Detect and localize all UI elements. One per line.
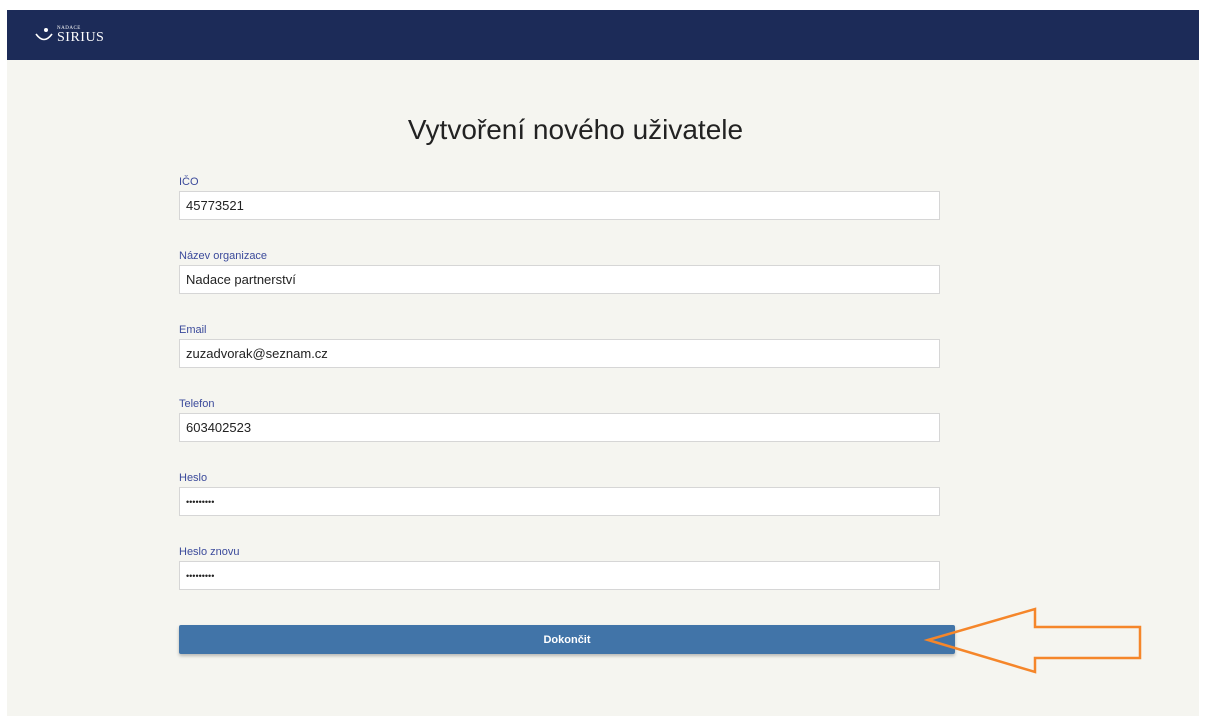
top-navbar: NADACE SIRIUS xyxy=(7,10,1199,60)
password-label: Heslo xyxy=(179,472,208,484)
phone-field-group: Telefon xyxy=(179,397,940,442)
password-confirm-label: Heslo znovu xyxy=(179,546,240,558)
email-input[interactable] xyxy=(179,339,940,368)
logo-big-text: SIRIUS xyxy=(57,29,105,45)
finish-button[interactable]: Dokončit xyxy=(179,625,955,654)
sirius-logo[interactable]: NADACE SIRIUS xyxy=(34,22,104,48)
phone-label: Telefon xyxy=(179,398,215,410)
password-confirm-input[interactable] xyxy=(179,561,940,590)
ico-label: IČO xyxy=(179,176,199,188)
phone-input[interactable] xyxy=(179,413,940,442)
email-field-group: Email xyxy=(179,323,940,368)
organization-name-field-group: Název organizace xyxy=(179,249,940,294)
logo-moon-icon xyxy=(35,28,53,41)
organization-name-input[interactable] xyxy=(179,265,940,294)
app-frame: NADACE SIRIUS Vytvoření nového uživatele… xyxy=(7,10,1199,716)
password-input[interactable] xyxy=(179,487,940,516)
password-confirm-field-group: Heslo znovu xyxy=(179,545,940,590)
email-label: Email xyxy=(179,324,207,336)
page-title: Vytvoření nového uživatele xyxy=(407,114,744,145)
password-field-group: Heslo xyxy=(179,471,940,516)
organization-name-label: Název organizace xyxy=(179,250,268,262)
ico-field-group: IČO xyxy=(179,175,940,220)
ico-input[interactable] xyxy=(179,191,940,220)
